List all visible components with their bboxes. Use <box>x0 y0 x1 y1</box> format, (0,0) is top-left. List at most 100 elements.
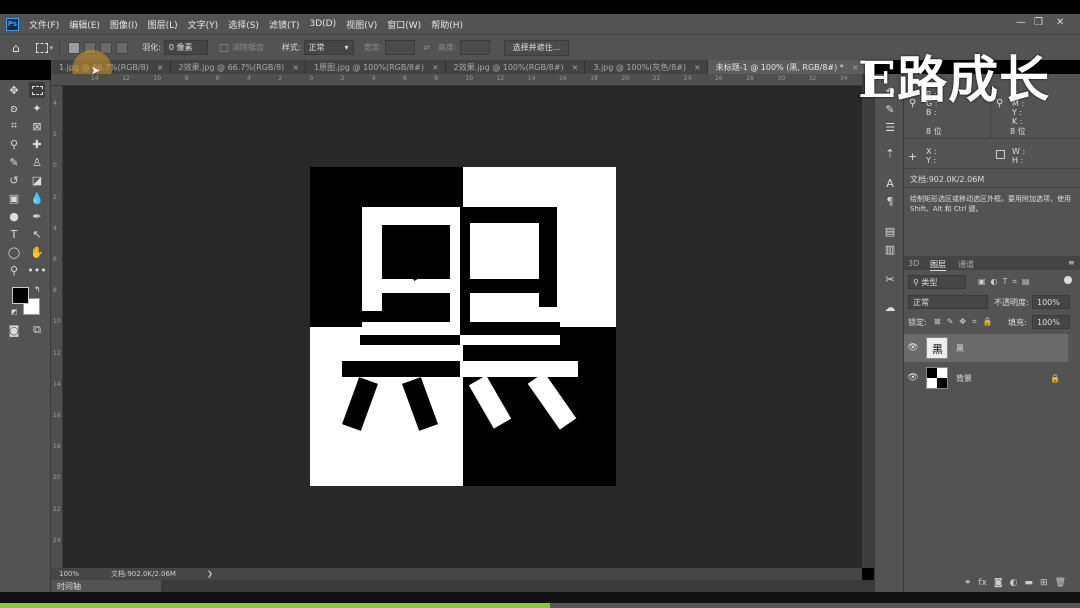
crop-tool-icon[interactable]: ⌗ <box>6 118 22 134</box>
height-input[interactable] <box>459 40 490 55</box>
tab-3d[interactable]: 3D <box>908 259 919 268</box>
tab-untitled-1[interactable]: 未标题-1 @ 100% (黑, RGB/8#) * × <box>707 60 866 74</box>
lock-options-icons[interactable]: ⊠✎✥⌗🔒 <box>934 317 999 327</box>
restore-icon[interactable]: ❐ <box>1034 17 1043 28</box>
tab-1-original-jpg[interactable]: 1原图.jpg @ 100%(RGB/8#) × <box>306 60 446 74</box>
menu-image[interactable]: 图像(I) <box>110 18 138 31</box>
zoom-level[interactable]: 100% <box>59 570 99 578</box>
status-menu-icon[interactable]: ❯ <box>207 570 213 578</box>
adjustments-icon[interactable]: ☰ <box>883 120 897 134</box>
healing-brush-tool-icon[interactable]: ✚ <box>29 136 45 152</box>
layer-row-background[interactable]: 👁 背景 🔒 <box>904 364 1068 392</box>
menu-type[interactable]: 文字(Y) <box>188 18 219 31</box>
menu-select[interactable]: 选择(S) <box>228 18 259 31</box>
menu-3d[interactable]: 3D(D) <box>309 19 336 29</box>
hand-tool-icon[interactable]: ✋ <box>29 244 45 260</box>
menu-file[interactable]: 文件(F) <box>29 18 59 31</box>
quick-mask-icon[interactable]: ◙ <box>6 322 22 338</box>
paragraph-icon[interactable]: ¶ <box>883 194 897 208</box>
libraries-icon[interactable]: ☁ <box>883 300 897 314</box>
history-brush-tool-icon[interactable]: ↺ <box>6 172 22 188</box>
close-icon[interactable]: × <box>694 63 701 72</box>
layer-filter-select[interactable]: ⚲ 类型 <box>908 275 966 289</box>
notes-icon[interactable]: ▥ <box>883 242 897 256</box>
close-icon[interactable]: × <box>292 63 299 72</box>
menu-view[interactable]: 视图(V) <box>346 18 377 31</box>
lasso-tool-icon[interactable]: ʚ <box>6 100 22 116</box>
magic-wand-tool-icon[interactable]: ✦ <box>29 100 45 116</box>
filter-toggle-icon[interactable] <box>1064 276 1072 284</box>
intersect-selection-icon[interactable] <box>116 41 129 54</box>
close-icon[interactable]: × <box>157 63 164 72</box>
minimize-icon[interactable]: — <box>1016 17 1026 28</box>
tab-3jpg[interactable]: 3.jpg @ 100%(灰色/8#) × <box>585 60 708 74</box>
frame-tool-icon[interactable]: ⊠ <box>29 118 45 134</box>
blend-mode-select[interactable]: 正常 <box>908 295 988 309</box>
close-icon[interactable]: ✕ <box>1056 17 1064 28</box>
foreground-color-swatch[interactable] <box>12 287 29 304</box>
chevron-down-icon[interactable]: ▾ <box>50 44 54 52</box>
menu-help[interactable]: 帮助(H) <box>431 18 463 31</box>
more-tools-icon[interactable]: ••• <box>27 262 46 278</box>
close-icon[interactable]: × <box>432 63 439 72</box>
new-group-icon[interactable]: ▬ <box>1025 578 1034 592</box>
layer-row-black[interactable]: 👁 黑 黑 <box>904 334 1068 362</box>
video-progress[interactable] <box>0 603 550 608</box>
canvas-horizontal-scrollbar[interactable] <box>51 580 874 592</box>
style-select[interactable]: 正常 ▾ <box>303 40 354 55</box>
clone-source-icon[interactable]: ⇡ <box>883 146 897 160</box>
eye-icon[interactable]: 👁 <box>904 343 922 353</box>
home-icon[interactable]: ⌂ <box>12 41 20 55</box>
move-tool-icon[interactable]: ✥ <box>6 82 22 98</box>
default-colors-icon[interactable]: ◩ <box>11 308 18 316</box>
close-icon[interactable]: × <box>572 63 579 72</box>
path-selection-tool-icon[interactable]: ↖ <box>29 226 45 242</box>
layer-filter-icons[interactable]: ▣◐T⌗▤ <box>978 277 1035 287</box>
delete-layer-icon[interactable]: 🗑 <box>1055 578 1066 592</box>
ellipse-tool-icon[interactable]: ◯ <box>6 244 22 260</box>
menu-window[interactable]: 窗口(W) <box>387 18 421 31</box>
character-icon[interactable]: A <box>883 176 897 190</box>
canvas-vertical-scrollbar[interactable] <box>862 74 874 568</box>
document-canvas[interactable] <box>310 167 616 486</box>
tab-2-effect-jpg-100[interactable]: 2效果.jpg @ 100%(RGB/8#) × <box>445 60 586 74</box>
opacity-input[interactable]: 100% <box>1032 295 1070 309</box>
marquee-preset-icon[interactable] <box>35 42 48 53</box>
eraser-tool-icon[interactable]: ◪ <box>29 172 45 188</box>
layer-style-icon[interactable]: fx <box>978 578 987 592</box>
width-input[interactable] <box>385 40 416 55</box>
gradient-tool-icon[interactable]: ▣ <box>6 190 22 206</box>
adjustment-layer-icon[interactable]: ◐ <box>1010 578 1018 592</box>
tab-channels[interactable]: 通道 <box>958 259 974 270</box>
tools-preset-icon[interactable]: ✂ <box>883 272 897 286</box>
stamp-tool-icon[interactable]: ♙ <box>29 154 45 170</box>
feather-input[interactable]: 0 像素 <box>163 40 208 55</box>
eye-icon[interactable]: 👁 <box>904 373 922 383</box>
new-layer-icon[interactable]: ⊞ <box>1040 578 1048 592</box>
lock-icon[interactable]: 🔒 <box>1050 374 1060 383</box>
rect-marquee-tool-icon[interactable] <box>29 82 45 98</box>
timeline-tab[interactable]: 时间轴 <box>51 580 161 592</box>
select-and-mask-button[interactable]: 选择并遮住... <box>503 39 570 56</box>
eyedropper-tool-icon[interactable]: ⚲ <box>6 136 22 152</box>
antialias-checkbox[interactable] <box>219 43 228 52</box>
swap-colors-icon[interactable]: ↰ <box>34 285 41 294</box>
type-tool-icon[interactable]: T <box>6 226 22 242</box>
link-layers-icon[interactable]: ⚭ <box>964 578 972 592</box>
fill-input[interactable]: 100% <box>1032 315 1070 329</box>
panel-menu-icon[interactable]: ≡ <box>1068 258 1075 267</box>
properties-icon[interactable]: ▤ <box>883 224 897 238</box>
blur-tool-icon[interactable]: 💧 <box>29 190 45 206</box>
swap-icon[interactable]: ⇄ <box>423 43 430 52</box>
menu-layer[interactable]: 图层(L) <box>148 18 178 31</box>
menu-edit[interactable]: 编辑(E) <box>69 18 100 31</box>
tab-2-effect-jpg[interactable]: 2效果.jpg @ 66.7%(RGB/8) × <box>170 60 306 74</box>
brush-tool-icon[interactable]: ✎ <box>6 154 22 170</box>
new-selection-icon[interactable] <box>68 41 81 54</box>
screen-mode-icon[interactable]: ⧉ <box>29 322 45 338</box>
pen-tool-icon[interactable]: ✒ <box>29 208 45 224</box>
menu-filter[interactable]: 滤镜(T) <box>269 18 300 31</box>
add-mask-icon[interactable]: ◙ <box>994 578 1003 592</box>
zoom-tool-icon[interactable]: ⚲ <box>6 262 22 278</box>
dodge-tool-icon[interactable]: ● <box>6 208 22 224</box>
